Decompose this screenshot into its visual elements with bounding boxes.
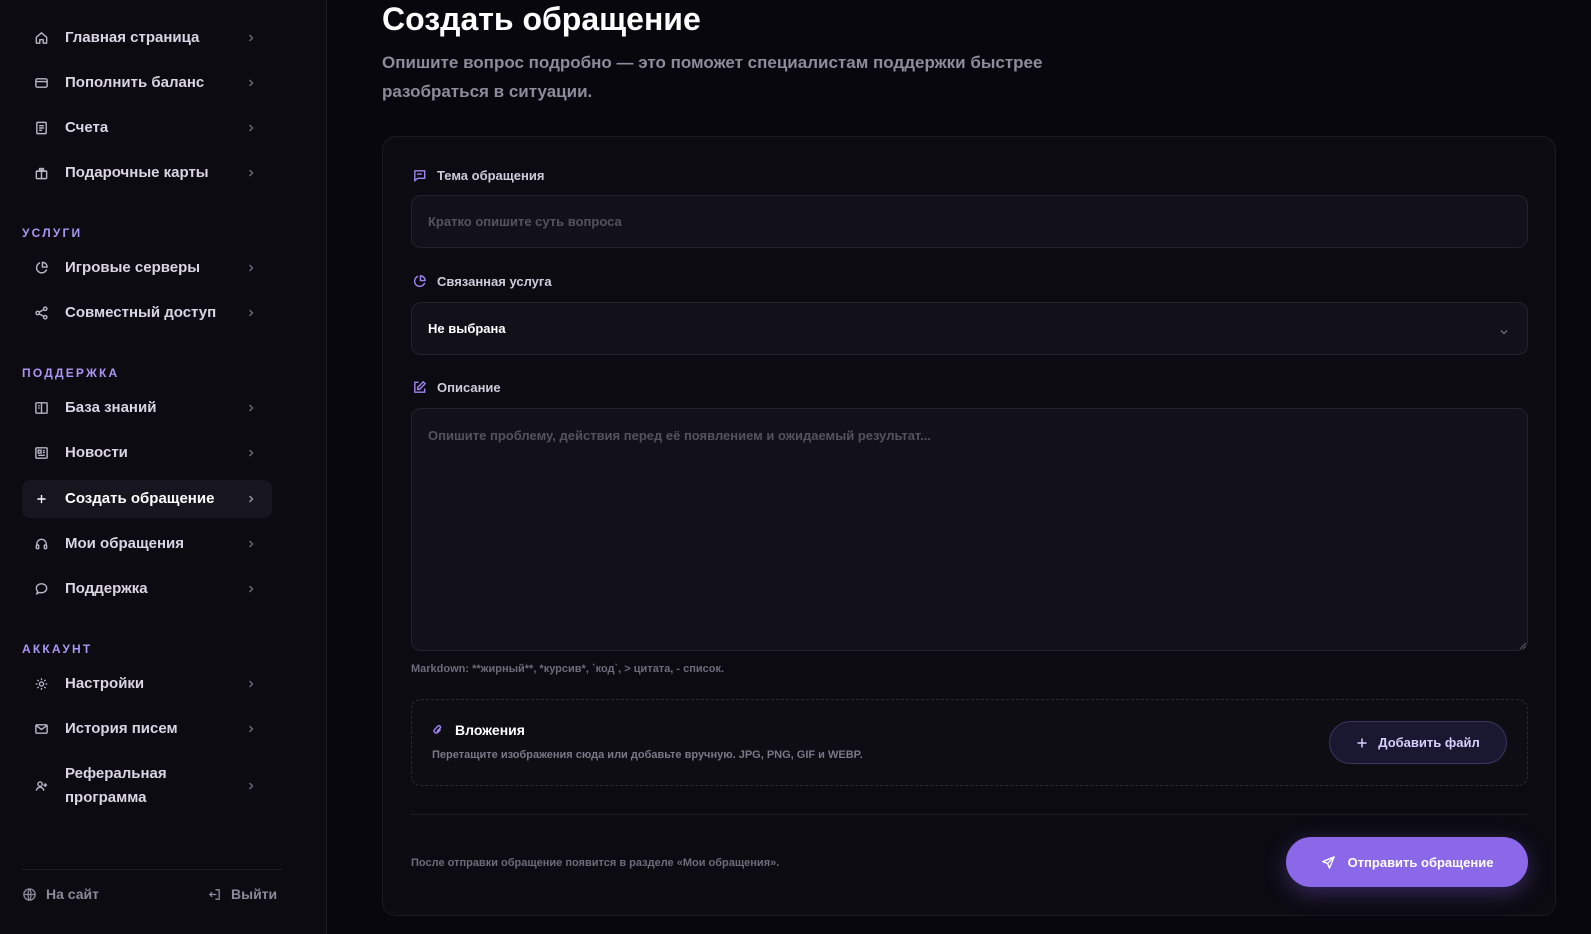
sidebar-item-support[interactable]: Поддержка	[22, 570, 272, 608]
sidebar-item-label: Создать обращение	[65, 490, 215, 507]
chevron-right-icon	[246, 308, 256, 318]
newspaper-icon	[34, 446, 49, 461]
description-label-text: Описание	[437, 380, 501, 395]
gift-icon	[34, 166, 49, 181]
add-file-button[interactable]: Добавить файл	[1329, 721, 1507, 764]
sidebar-item-label: Мои обращения	[65, 535, 185, 552]
chevron-right-icon	[246, 494, 256, 504]
sidebar-item-mail-history[interactable]: История писем	[22, 710, 272, 748]
go-to-site-label: На сайт	[46, 886, 99, 902]
chevron-right-icon	[246, 78, 256, 88]
markdown-hint: Markdown: **жирный**, *курсив*, `код`, >…	[411, 663, 725, 675]
sidebar-item-label: Настройки	[65, 675, 145, 692]
resize-handle-icon[interactable]	[1519, 642, 1527, 650]
subject-label-text: Тема обращения	[437, 168, 545, 183]
wallet-icon	[34, 76, 49, 91]
invoice-icon	[34, 121, 49, 136]
mail-icon	[34, 722, 49, 737]
sidebar-item-label: История писем	[65, 720, 178, 737]
section-title-support: ПОДДЕРЖКА	[22, 366, 120, 380]
sidebar-item-label: Новости	[65, 444, 128, 461]
section-title-services: УСЛУГИ	[22, 226, 83, 240]
sidebar-item-label: Совместный доступ	[65, 304, 217, 321]
chevron-right-icon	[246, 781, 256, 791]
attachments-dropzone[interactable]: Вложения Перетащите изображения сюда или…	[411, 699, 1528, 786]
sidebar-item-label: Пополнить баланс	[65, 74, 205, 91]
chevron-right-icon	[246, 263, 256, 273]
sidebar-item-my-tickets[interactable]: Мои обращения	[22, 525, 272, 563]
edit-icon	[414, 380, 427, 393]
send-icon	[1321, 855, 1335, 869]
plus-icon	[1357, 738, 1367, 747]
chevron-down-icon	[1499, 324, 1509, 334]
chevron-right-icon	[246, 679, 256, 689]
sidebar-item-news[interactable]: Новости	[22, 434, 272, 472]
chevron-right-icon	[246, 123, 256, 133]
subject-label: Тема обращения	[412, 168, 544, 183]
attachments-title: Вложения	[431, 722, 525, 738]
sidebar-item-home[interactable]: Главная страница	[22, 19, 272, 57]
service-label-text: Связанная услуга	[437, 274, 552, 289]
sidebar-item-game-servers[interactable]: Игровые серверы	[22, 249, 272, 287]
page-subtitle: Опишите вопрос подробно — это поможет сп…	[382, 53, 1043, 101]
chevron-right-icon	[246, 724, 256, 734]
book-icon	[34, 401, 49, 416]
logout-label: Выйти	[231, 886, 278, 902]
sidebar-item-create-ticket[interactable]: Создать обращение	[22, 480, 272, 518]
chevron-right-icon	[246, 539, 256, 549]
pie-chart-icon	[413, 275, 426, 288]
sidebar-item-invoices[interactable]: Счета	[22, 109, 272, 147]
service-label: Связанная услуга	[412, 274, 552, 289]
sidebar-item-label: Игровые серверы	[65, 259, 201, 276]
sidebar-item-label: Поддержка	[65, 580, 148, 597]
message-square-icon	[414, 170, 426, 183]
logout-icon	[208, 888, 220, 900]
service-select[interactable]: Не выбрана	[411, 302, 1528, 355]
ticket-form-card: Тема обращения Связанная услуга Не выбра…	[382, 136, 1556, 916]
subject-input[interactable]	[411, 195, 1528, 248]
submit-ticket-label: Отправить обращение	[1347, 854, 1494, 870]
sidebar-divider	[22, 869, 282, 870]
sidebar-item-gift-cards[interactable]: Подарочные карты	[22, 154, 272, 192]
sidebar-item-shared-access[interactable]: Совместный доступ	[22, 294, 272, 332]
section-title-account: АККАУНТ	[22, 642, 93, 656]
user-plus-icon	[34, 779, 49, 794]
chevron-right-icon	[246, 448, 256, 458]
sidebar-item-label: Реферальная программа	[65, 765, 167, 806]
sidebar-item-label: Подарочные карты	[65, 164, 209, 181]
chevron-right-icon	[246, 168, 256, 178]
globe-icon	[23, 887, 36, 901]
go-to-site-link[interactable]: На сайт	[22, 886, 99, 902]
sidebar-item-top-up[interactable]: Пополнить баланс	[22, 64, 272, 102]
sidebar-item-knowledge-base[interactable]: База знаний	[22, 389, 272, 427]
sidebar-item-label: База знаний	[65, 399, 157, 416]
attachments-title-text: Вложения	[455, 722, 525, 738]
chevron-right-icon	[246, 584, 256, 594]
attachments-description: Перетащите изображения сюда или добавьте…	[432, 749, 863, 761]
description-label: Описание	[412, 380, 501, 395]
headset-icon	[34, 537, 49, 552]
sidebar-item-label: Главная страница	[65, 29, 200, 46]
description-textarea[interactable]	[411, 408, 1528, 651]
submit-ticket-button[interactable]: Отправить обращение	[1286, 837, 1528, 887]
sidebar: Главная страница Пополнить баланс Счета …	[0, 0, 327, 934]
share-icon	[34, 306, 49, 321]
chat-bubble-icon	[34, 582, 49, 597]
home-icon	[34, 31, 49, 46]
add-file-label: Добавить файл	[1378, 735, 1480, 750]
sidebar-item-settings[interactable]: Настройки	[22, 665, 272, 703]
chevron-right-icon	[246, 403, 256, 413]
plus-icon	[34, 492, 49, 507]
paperclip-icon	[433, 725, 442, 734]
sidebar-item-label: Счета	[65, 119, 109, 136]
service-select-value: Не выбрана	[428, 321, 506, 336]
gear-icon	[34, 677, 49, 692]
logout-link[interactable]: Выйти	[207, 886, 277, 902]
sidebar-item-referral[interactable]: Реферальная программа	[22, 760, 272, 812]
page-title: Создать обращение	[382, 1, 701, 37]
chevron-right-icon	[246, 33, 256, 43]
pie-chart-icon	[34, 261, 49, 276]
submit-footer-note: После отправки обращение появится в разд…	[411, 857, 780, 869]
form-divider	[411, 814, 1528, 815]
